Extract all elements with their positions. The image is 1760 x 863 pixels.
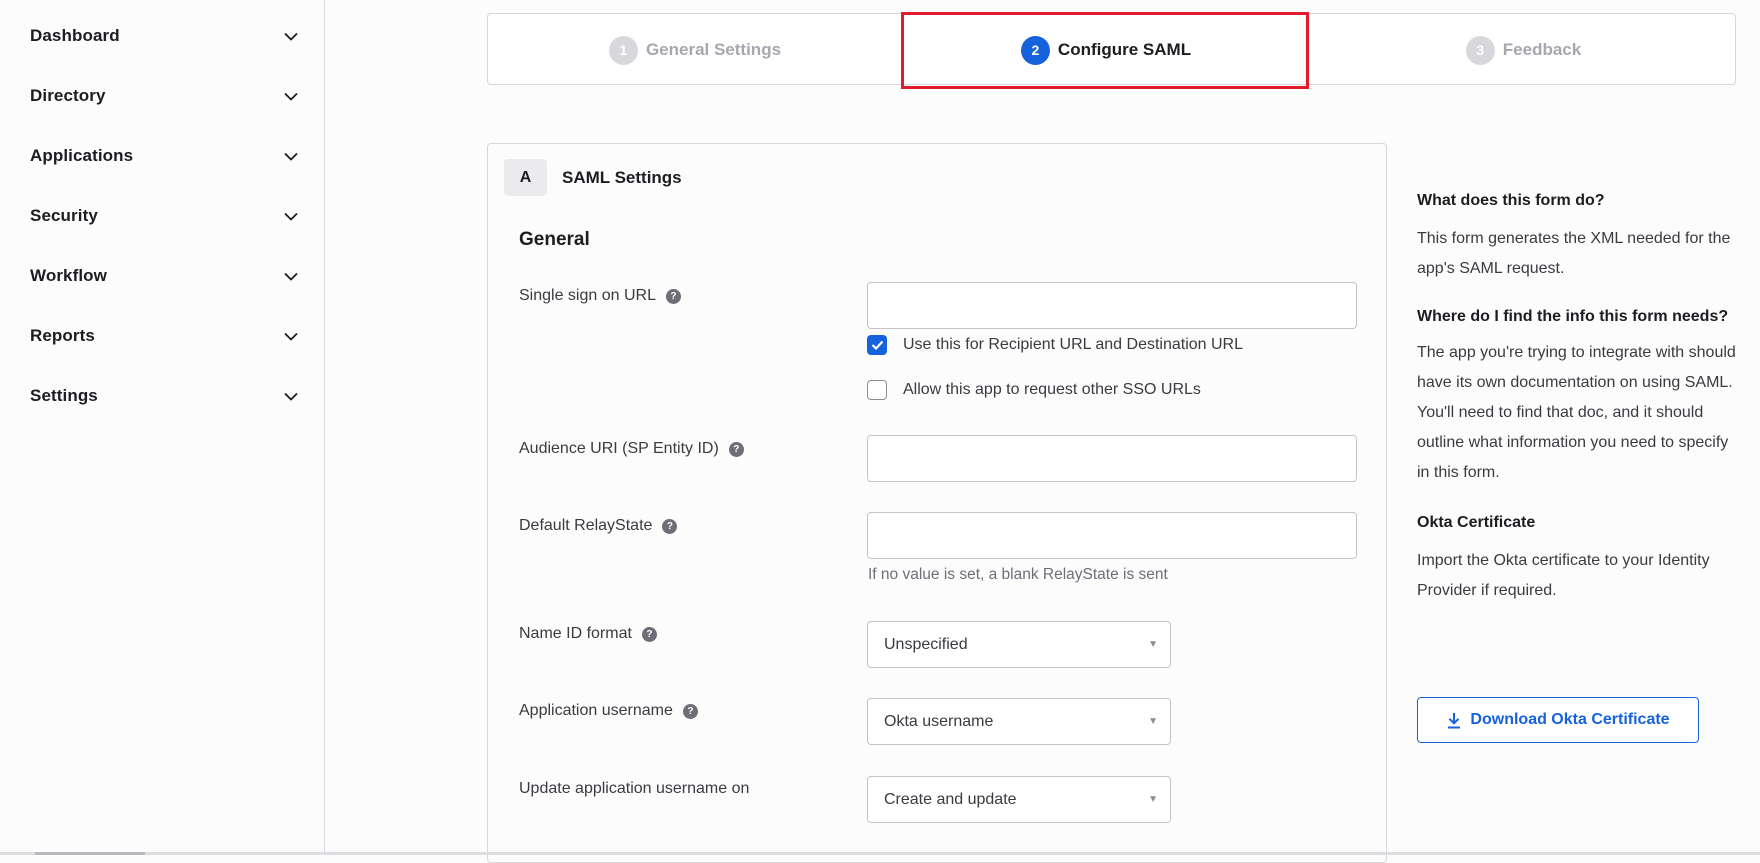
sso-url-label: Single sign on URL ? xyxy=(519,287,681,305)
sidebar-item-security[interactable]: Security xyxy=(30,201,298,231)
relay-state-input[interactable] xyxy=(867,512,1357,559)
section-title: SAML Settings xyxy=(562,168,682,187)
field-label-text: Name ID format xyxy=(519,625,632,642)
help-answer: This form generates the XML needed for t… xyxy=(1417,230,1731,277)
question-circle-icon[interactable]: ? xyxy=(641,626,657,642)
saml-settings-card: A SAML Settings General Single sign on U… xyxy=(487,143,1387,863)
field-label-text: Single sign on URL xyxy=(519,287,656,304)
step-number: 3 xyxy=(1465,35,1495,65)
relay-state-label: Default RelayState ? xyxy=(519,517,678,535)
select-value: Unspecified xyxy=(884,635,968,653)
step-configure-saml[interactable]: 2 Configure SAML xyxy=(902,14,1310,86)
sidebar: Dashboard Directory Applications Securit… xyxy=(0,0,325,853)
chevron-down-icon xyxy=(284,209,298,223)
update-username-on-label: Update application username on xyxy=(519,780,749,798)
field-label-text: Audience URI (SP Entity ID) xyxy=(519,440,719,457)
sidebar-item-label: Workflow xyxy=(30,266,107,285)
wizard-stepper: 1 General Settings 2 Configure SAML 3 Fe… xyxy=(487,13,1736,85)
allow-other-sso-checkbox[interactable] xyxy=(867,380,887,400)
field-label-text: Default RelayState xyxy=(519,517,653,534)
sso-url-input[interactable] xyxy=(867,282,1357,329)
sidebar-item-label: Dashboard xyxy=(30,26,120,45)
chevron-down-icon xyxy=(284,29,298,43)
checkbox-label: Allow this app to request other SSO URLs xyxy=(903,381,1201,398)
select-value: Create and update xyxy=(884,790,1017,808)
update-username-on-select[interactable]: Create and update ▼ xyxy=(867,776,1171,823)
help-question: Okta Certificate xyxy=(1417,514,1536,531)
sidebar-item-applications[interactable]: Applications xyxy=(30,141,298,171)
caret-down-icon: ▼ xyxy=(1148,639,1158,650)
allow-other-sso-checkbox-row[interactable]: Allow this app to request other SSO URLs xyxy=(867,380,1201,400)
field-label-text: Application username xyxy=(519,702,673,719)
download-button-label: Download Okta Certificate xyxy=(1470,711,1670,728)
checkmark-icon xyxy=(871,340,883,350)
step-label: General Settings xyxy=(645,40,782,59)
step-general-settings[interactable]: 1 General Settings xyxy=(488,14,902,86)
step-label: Feedback xyxy=(1502,40,1582,59)
sidebar-item-label: Settings xyxy=(30,386,98,405)
sidebar-item-dashboard[interactable]: Dashboard xyxy=(30,21,298,51)
field-label-text: Update application username on xyxy=(519,780,750,797)
use-for-recipient-checkbox-row[interactable]: Use this for Recipient URL and Destinati… xyxy=(867,335,1243,355)
question-circle-icon[interactable]: ? xyxy=(728,441,744,457)
help-answer: The app you're trying to integrate with … xyxy=(1417,344,1736,481)
sidebar-item-workflow[interactable]: Workflow xyxy=(30,261,298,291)
download-icon xyxy=(1448,712,1461,728)
step-number: 1 xyxy=(608,35,638,65)
chevron-down-icon xyxy=(284,149,298,163)
name-id-format-select[interactable]: Unspecified ▼ xyxy=(867,621,1171,668)
audience-uri-label: Audience URI (SP Entity ID) ? xyxy=(519,440,744,458)
audience-uri-input[interactable] xyxy=(867,435,1357,482)
chevron-down-icon xyxy=(284,89,298,103)
step-feedback[interactable]: 3 Feedback xyxy=(1310,14,1737,86)
question-circle-icon[interactable]: ? xyxy=(682,703,698,719)
sidebar-item-label: Security xyxy=(30,206,98,225)
relay-state-hint: If no value is set, a blank RelayState i… xyxy=(868,566,1168,583)
help-panel: What does this form do? This form genera… xyxy=(1417,190,1737,606)
name-id-format-label: Name ID format ? xyxy=(519,625,657,643)
caret-down-icon: ▼ xyxy=(1148,794,1158,805)
download-certificate-button[interactable]: Download Okta Certificate xyxy=(1417,697,1699,743)
sidebar-item-label: Directory xyxy=(30,86,106,105)
app-username-select[interactable]: Okta username ▼ xyxy=(867,698,1171,745)
section-badge: A xyxy=(504,159,547,196)
sidebar-item-settings[interactable]: Settings xyxy=(30,381,298,411)
chevron-down-icon xyxy=(284,329,298,343)
checkbox-label: Use this for Recipient URL and Destinati… xyxy=(903,336,1244,353)
chevron-down-icon xyxy=(284,389,298,403)
caret-down-icon: ▼ xyxy=(1148,716,1158,727)
question-circle-icon[interactable]: ? xyxy=(662,518,678,534)
sidebar-item-directory[interactable]: Directory xyxy=(30,81,298,111)
sidebar-item-reports[interactable]: Reports xyxy=(30,321,298,351)
select-value: Okta username xyxy=(884,712,994,730)
chevron-down-icon xyxy=(284,269,298,283)
help-question: Where do I find the info this form needs… xyxy=(1417,308,1729,325)
help-question: What does this form do? xyxy=(1417,192,1605,209)
app-username-label: Application username ? xyxy=(519,702,698,720)
question-circle-icon[interactable]: ? xyxy=(665,288,681,304)
use-for-recipient-checkbox[interactable] xyxy=(867,335,887,355)
sidebar-item-label: Reports xyxy=(30,326,95,345)
step-label: Configure SAML xyxy=(1057,40,1192,59)
sidebar-item-label: Applications xyxy=(30,146,134,165)
step-number: 2 xyxy=(1020,35,1050,65)
help-answer: Import the Okta certificate to your Iden… xyxy=(1417,552,1710,599)
group-title: General xyxy=(519,229,590,250)
